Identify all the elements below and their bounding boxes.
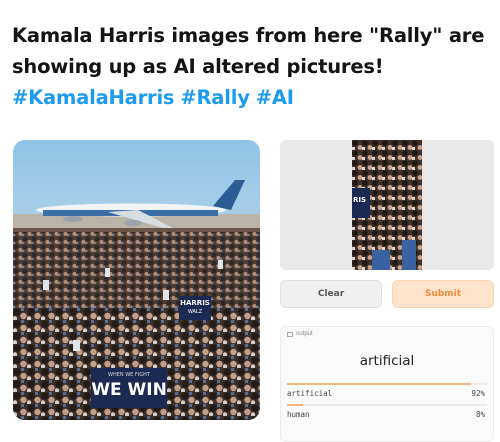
class-value-artificial: 92% — [471, 389, 485, 398]
submit-button[interactable]: Submit — [392, 280, 494, 308]
confidence-bar-artificial — [287, 383, 487, 385]
class-value-human: 8% — [475, 410, 485, 419]
output-tag-label: output — [296, 331, 313, 337]
hashtag-row: #KamalaHarris #Rally #AI — [12, 82, 492, 113]
output-panel: output artificial artificial 92% human 8… — [280, 326, 494, 442]
top-prediction-label: artificial — [359, 353, 415, 369]
hashtag-ai[interactable]: #AI — [256, 86, 294, 109]
hashtag-rally[interactable]: #Rally — [180, 86, 250, 109]
image-input-box[interactable]: RIS — [280, 140, 494, 270]
thumbnail-sign-text: RIS — [353, 196, 367, 204]
confidence-bar-fill-artificial — [287, 383, 471, 385]
sign-harris: HARRIS — [180, 299, 210, 307]
sign-walz: WALZ — [187, 309, 203, 315]
output-tag: output — [287, 331, 313, 337]
label-icon — [287, 331, 293, 337]
confidence-bar-human — [287, 404, 487, 406]
rally-photo: HARRIS WALZ WHEN WE FIGHT WE WIN — [13, 140, 260, 420]
class-label-human: human — [287, 410, 310, 419]
clear-button[interactable]: Clear — [280, 280, 382, 308]
input-image-thumbnail: RIS — [352, 140, 422, 270]
sign-we-win: WE WIN — [91, 380, 167, 400]
post-text: Kamala Harris images from here "Rally" a… — [12, 20, 492, 113]
confidence-bar-fill-human — [287, 404, 303, 406]
post-line-1: Kamala Harris images from here "Rally" a… — [12, 24, 485, 47]
sign-we-win-subtitle: WHEN WE FIGHT — [108, 372, 150, 378]
rally-photo-image — [13, 140, 260, 420]
class-label-artificial: artificial — [287, 389, 333, 398]
post-line-2: showing up as AI altered pictures! — [12, 55, 384, 78]
hashtag-kamalaharris[interactable]: #KamalaHarris — [12, 86, 175, 109]
